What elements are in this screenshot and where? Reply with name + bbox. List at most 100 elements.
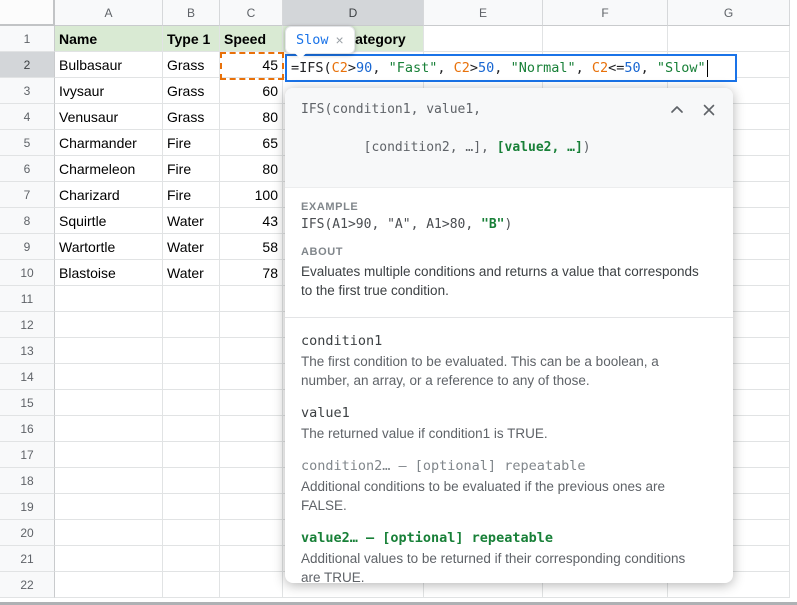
- cell-C7[interactable]: 100: [220, 182, 283, 208]
- cell-B1[interactable]: Type 1: [163, 26, 220, 52]
- close-icon[interactable]: [701, 102, 717, 118]
- cell-A8[interactable]: Squirtle: [55, 208, 163, 234]
- row-header-21[interactable]: 21: [0, 546, 55, 572]
- cell-C1[interactable]: Speed: [220, 26, 283, 52]
- cell-B17[interactable]: [163, 442, 220, 468]
- cell-B12[interactable]: [163, 312, 220, 338]
- row-header-8[interactable]: 8: [0, 208, 55, 234]
- row-header-10[interactable]: 10: [0, 260, 55, 286]
- cell-B11[interactable]: [163, 286, 220, 312]
- column-header-F[interactable]: F: [543, 0, 668, 26]
- cell-A10[interactable]: Blastoise: [55, 260, 163, 286]
- cell-A17[interactable]: [55, 442, 163, 468]
- cell-C20[interactable]: [220, 520, 283, 546]
- cell-C2[interactable]: 45: [220, 52, 283, 78]
- cell-C12[interactable]: [220, 312, 283, 338]
- cell-A5[interactable]: Charmander: [55, 130, 163, 156]
- row-header-5[interactable]: 5: [0, 130, 55, 156]
- cell-C9[interactable]: 58: [220, 234, 283, 260]
- cell-B6[interactable]: Fire: [163, 156, 220, 182]
- cell-B9[interactable]: Water: [163, 234, 220, 260]
- cell-A20[interactable]: [55, 520, 163, 546]
- cell-A18[interactable]: [55, 468, 163, 494]
- column-header-A[interactable]: A: [55, 0, 163, 26]
- cell-C10[interactable]: 78: [220, 260, 283, 286]
- column-header-C[interactable]: C: [220, 0, 283, 26]
- row-header-9[interactable]: 9: [0, 234, 55, 260]
- cell-C11[interactable]: [220, 286, 283, 312]
- cell-C21[interactable]: [220, 546, 283, 572]
- cell-C22[interactable]: [220, 572, 283, 598]
- cell-C5[interactable]: 65: [220, 130, 283, 156]
- cell-B20[interactable]: [163, 520, 220, 546]
- cell-A16[interactable]: [55, 416, 163, 442]
- cell-B21[interactable]: [163, 546, 220, 572]
- row-header-18[interactable]: 18: [0, 468, 55, 494]
- cell-B4[interactable]: Grass: [163, 104, 220, 130]
- column-header-D[interactable]: D: [283, 0, 424, 26]
- row-header-3[interactable]: 3: [0, 78, 55, 104]
- column-header-G[interactable]: G: [668, 0, 790, 26]
- row-header-15[interactable]: 15: [0, 390, 55, 416]
- cell-C19[interactable]: [220, 494, 283, 520]
- cell-A6[interactable]: Charmeleon: [55, 156, 163, 182]
- cell-B18[interactable]: [163, 468, 220, 494]
- row-header-2[interactable]: 2: [0, 52, 55, 78]
- cell-C16[interactable]: [220, 416, 283, 442]
- cell-A12[interactable]: [55, 312, 163, 338]
- cell-B7[interactable]: Fire: [163, 182, 220, 208]
- cell-C13[interactable]: [220, 338, 283, 364]
- cell-A21[interactable]: [55, 546, 163, 572]
- cell-A22[interactable]: [55, 572, 163, 598]
- cell-B13[interactable]: [163, 338, 220, 364]
- formula-cell-editor[interactable]: =IFS(C2>90, "Fast", C2>50, "Normal", C2<…: [285, 54, 737, 82]
- row-header-7[interactable]: 7: [0, 182, 55, 208]
- row-header-11[interactable]: 11: [0, 286, 55, 312]
- cell-A1[interactable]: Name: [55, 26, 163, 52]
- cell-C18[interactable]: [220, 468, 283, 494]
- cell-B5[interactable]: Fire: [163, 130, 220, 156]
- cell-C15[interactable]: [220, 390, 283, 416]
- row-header-13[interactable]: 13: [0, 338, 55, 364]
- cell-C8[interactable]: 43: [220, 208, 283, 234]
- cell-B10[interactable]: Water: [163, 260, 220, 286]
- row-header-22[interactable]: 22: [0, 572, 55, 598]
- row-header-4[interactable]: 4: [0, 104, 55, 130]
- row-header-1[interactable]: 1: [0, 26, 55, 52]
- cell-B15[interactable]: [163, 390, 220, 416]
- select-all-corner[interactable]: [0, 0, 55, 26]
- cell-A19[interactable]: [55, 494, 163, 520]
- cell-G1[interactable]: [668, 26, 790, 52]
- cell-B22[interactable]: [163, 572, 220, 598]
- cell-A15[interactable]: [55, 390, 163, 416]
- cell-C3[interactable]: 60: [220, 78, 283, 104]
- cell-C14[interactable]: [220, 364, 283, 390]
- cell-B2[interactable]: Grass: [163, 52, 220, 78]
- row-header-16[interactable]: 16: [0, 416, 55, 442]
- cell-A14[interactable]: [55, 364, 163, 390]
- cell-A2[interactable]: Bulbasaur: [55, 52, 163, 78]
- row-header-20[interactable]: 20: [0, 520, 55, 546]
- cell-A11[interactable]: [55, 286, 163, 312]
- row-header-17[interactable]: 17: [0, 442, 55, 468]
- cell-F1[interactable]: [543, 26, 668, 52]
- column-header-E[interactable]: E: [424, 0, 543, 26]
- cell-A7[interactable]: Charizard: [55, 182, 163, 208]
- cell-A4[interactable]: Venusaur: [55, 104, 163, 130]
- cell-C17[interactable]: [220, 442, 283, 468]
- cell-E1[interactable]: [424, 26, 543, 52]
- row-header-14[interactable]: 14: [0, 364, 55, 390]
- column-header-B[interactable]: B: [163, 0, 220, 26]
- row-header-19[interactable]: 19: [0, 494, 55, 520]
- collapse-icon[interactable]: [669, 102, 685, 118]
- cell-C6[interactable]: 80: [220, 156, 283, 182]
- row-header-12[interactable]: 12: [0, 312, 55, 338]
- chip-close-icon[interactable]: ×: [336, 33, 344, 47]
- row-header-6[interactable]: 6: [0, 156, 55, 182]
- cell-A9[interactable]: Wartortle: [55, 234, 163, 260]
- cell-B19[interactable]: [163, 494, 220, 520]
- cell-B16[interactable]: [163, 416, 220, 442]
- cell-C4[interactable]: 80: [220, 104, 283, 130]
- cell-A13[interactable]: [55, 338, 163, 364]
- cell-A3[interactable]: Ivysaur: [55, 78, 163, 104]
